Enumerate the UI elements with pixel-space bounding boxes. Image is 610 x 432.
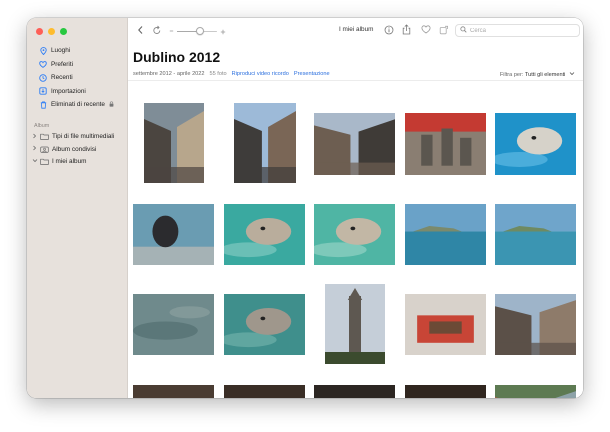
- rotate-square-icon[interactable]: [439, 25, 449, 38]
- chevron-down-icon: [567, 71, 575, 78]
- map-pin-icon: [39, 46, 47, 55]
- photo-thumbnail-building[interactable]: [314, 113, 395, 175]
- chevron-down-icon[interactable]: [32, 158, 38, 165]
- photo-thumbnail-museum[interactable]: [314, 385, 395, 398]
- photos-window: Luoghi Preferiti Recenti Importazioni El…: [27, 18, 583, 398]
- search-input[interactable]: [470, 27, 570, 34]
- album-title: Dublino 2012: [133, 49, 221, 65]
- minimize-window-button[interactable]: [48, 28, 55, 35]
- zoom-in-icon[interactable]: [220, 26, 226, 38]
- photo-thumbnail-museum[interactable]: [405, 385, 486, 398]
- sidebar-item-luoghi[interactable]: Luoghi: [27, 44, 127, 58]
- sidebar-item-label: Eliminati di recente: [51, 101, 105, 109]
- sidebar: Luoghi Preferiti Recenti Importazioni El…: [27, 18, 128, 398]
- sidebar-item-label: Preferiti: [51, 60, 74, 68]
- sidebar-item-preferiti[interactable]: Preferiti: [27, 58, 127, 72]
- folder-icon: [40, 133, 49, 141]
- filter-value: Tutti gli elementi: [524, 71, 566, 78]
- search-icon: [460, 26, 467, 35]
- chevron-right-icon[interactable]: [32, 133, 38, 141]
- sidebar-item-label: Recenti: [51, 74, 73, 82]
- photo-thumbnail-street[interactable]: [495, 294, 576, 355]
- album-info-bar: settembre 2012 - aprile 2022 55 foto Rip…: [133, 69, 575, 79]
- favorite-heart-icon[interactable]: [421, 25, 431, 37]
- zoom-slider-knob[interactable]: [196, 27, 205, 35]
- filter-dropdown[interactable]: Filtra per: Tutti gli elementi: [500, 71, 575, 78]
- photo-thumbnail-seal-water[interactable]: [314, 204, 395, 265]
- photo-thumbnail-seal-water[interactable]: [224, 294, 305, 355]
- photo-thumbnail-museum[interactable]: [405, 294, 486, 355]
- lock-icon: [109, 101, 114, 109]
- chevron-right-icon[interactable]: [32, 145, 38, 153]
- shared-album-icon: [40, 145, 49, 154]
- photo-thumbnail-sea[interactable]: [405, 204, 486, 265]
- folder-icon: [40, 158, 49, 166]
- sidebar-section-album: Album: [34, 122, 50, 129]
- photo-thumbnail-street[interactable]: [144, 103, 204, 183]
- sidebar-item-label: Importazioni: [51, 87, 86, 95]
- photo-thumbnail-street[interactable]: [495, 385, 576, 398]
- play-memory-video-link[interactable]: Riproduci video ricordo: [232, 71, 289, 77]
- sidebar-item-label: Tipi di file multimediali: [52, 133, 115, 141]
- sidebar-item-label: Luoghi: [51, 47, 71, 55]
- info-icon[interactable]: [384, 25, 394, 38]
- import-icon: [39, 87, 47, 95]
- sidebar-item-album-condivisi[interactable]: Album condivisi: [27, 143, 127, 156]
- slideshow-link[interactable]: Presentazione: [294, 71, 330, 77]
- photo-thumbnail-sea-grey[interactable]: [133, 294, 214, 355]
- close-window-button[interactable]: [36, 28, 43, 35]
- zoom-window-button[interactable]: [60, 28, 67, 35]
- toolbar: I miei album: [128, 18, 583, 44]
- photo-thumbnail-museum[interactable]: [224, 385, 305, 398]
- photo-thumbnail-museum[interactable]: [133, 385, 214, 398]
- clock-icon: [39, 74, 47, 82]
- photo-thumbnail-tower[interactable]: [325, 284, 385, 364]
- sidebar-item-label: Album condivisi: [52, 145, 97, 153]
- sidebar-item-importazioni[interactable]: Importazioni: [27, 85, 127, 99]
- photo-thumbnail-seal-water[interactable]: [224, 204, 305, 265]
- search-field[interactable]: [455, 24, 580, 37]
- sidebar-item-recenti[interactable]: Recenti: [27, 71, 127, 85]
- filter-label: Filtra per:: [499, 71, 524, 78]
- album-date-range: settembre 2012 - aprile 2022: [133, 71, 205, 77]
- photo-grid: [128, 81, 583, 398]
- sidebar-item-eliminati[interactable]: Eliminati di recente: [27, 98, 127, 112]
- photo-thumbnail-statues[interactable]: [405, 113, 486, 175]
- trash-icon: [39, 101, 47, 109]
- sidebar-list: Luoghi Preferiti Recenti Importazioni El…: [27, 44, 127, 168]
- photo-thumbnail-sea[interactable]: [495, 204, 576, 265]
- sidebar-item-label: I miei album: [52, 158, 87, 166]
- main-content: I miei album Dublino 2012 settem: [128, 18, 583, 398]
- window-controls: [36, 28, 67, 35]
- zoom-out-icon[interactable]: [169, 27, 174, 39]
- sidebar-item-tipi-file[interactable]: Tipi di file multimediali: [27, 131, 127, 144]
- back-chevron-icon[interactable]: [137, 25, 144, 38]
- heart-icon: [39, 60, 47, 68]
- photo-thumbnail-bird[interactable]: [133, 204, 214, 265]
- photo-thumbnail-building[interactable]: [234, 103, 296, 183]
- photo-count: 55 foto: [209, 71, 227, 77]
- toolbar-title: I miei album: [339, 26, 374, 33]
- photo-thumbnail-seal-water[interactable]: [495, 113, 576, 175]
- rotate-icon[interactable]: [152, 24, 162, 39]
- sidebar-item-miei-album[interactable]: I miei album: [27, 156, 127, 169]
- share-icon[interactable]: [402, 24, 411, 38]
